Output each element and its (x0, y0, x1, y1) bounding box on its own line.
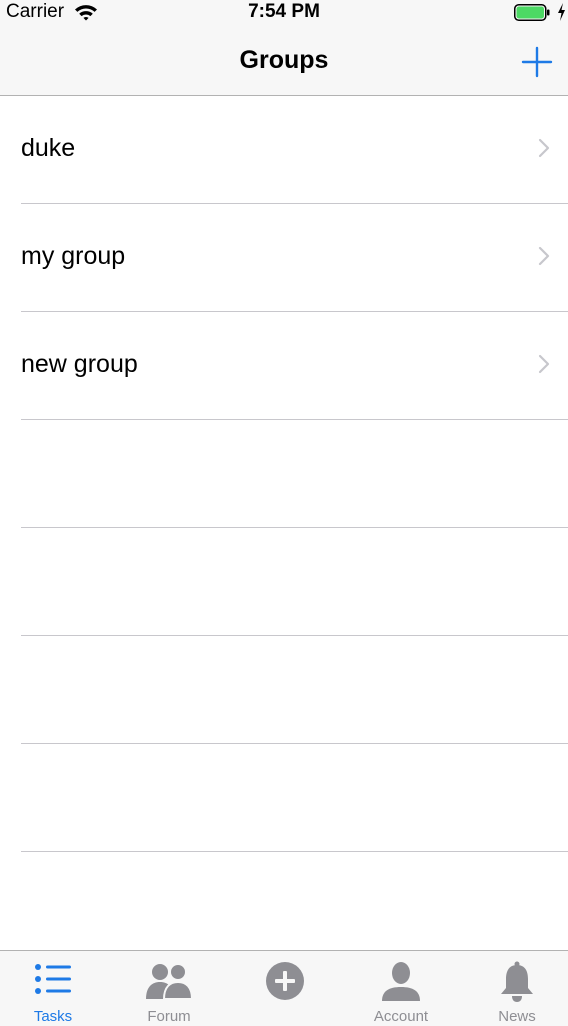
tab-label: Account (373, 1008, 429, 1025)
chevron-right-icon (538, 354, 550, 374)
list-icon (35, 964, 71, 994)
tab-label: Tasks (33, 1008, 73, 1025)
tab-forum[interactable]: Forum (111, 951, 227, 1026)
tab-add[interactable] (227, 951, 343, 1026)
battery-icon (514, 4, 550, 21)
tab-label: News (498, 1008, 536, 1025)
add-group-button[interactable] (520, 45, 554, 79)
chevron-right-icon (538, 246, 550, 266)
bell-icon (501, 961, 533, 1002)
navigation-bar: Groups (0, 26, 568, 96)
tab-account[interactable]: Account (343, 951, 459, 1026)
status-bar: Carrier 7:54 PM (0, 0, 568, 26)
group-name: my group (21, 242, 126, 270)
clock: 7:54 PM (248, 1, 320, 22)
tab-bar: Tasks Forum Account News (0, 950, 568, 1026)
empty-row (0, 744, 568, 852)
empty-row (0, 636, 568, 744)
people-icon (146, 963, 193, 1000)
group-row[interactable]: duke (0, 96, 568, 204)
plus-circle-icon (266, 962, 304, 1000)
group-row[interactable]: my group (0, 204, 568, 312)
tab-tasks[interactable]: Tasks (0, 951, 111, 1026)
groups-table: duke my group new group (0, 96, 568, 852)
empty-row (0, 528, 568, 636)
charging-bolt-icon (558, 3, 565, 21)
person-icon (382, 962, 420, 1001)
group-row[interactable]: new group (0, 312, 568, 420)
tab-news[interactable]: News (459, 951, 568, 1026)
page-title: Groups (239, 46, 329, 74)
tab-label: Forum (147, 1008, 191, 1025)
group-name: duke (21, 134, 76, 162)
empty-row (0, 420, 568, 528)
group-name: new group (21, 350, 138, 378)
chevron-right-icon (538, 138, 550, 158)
